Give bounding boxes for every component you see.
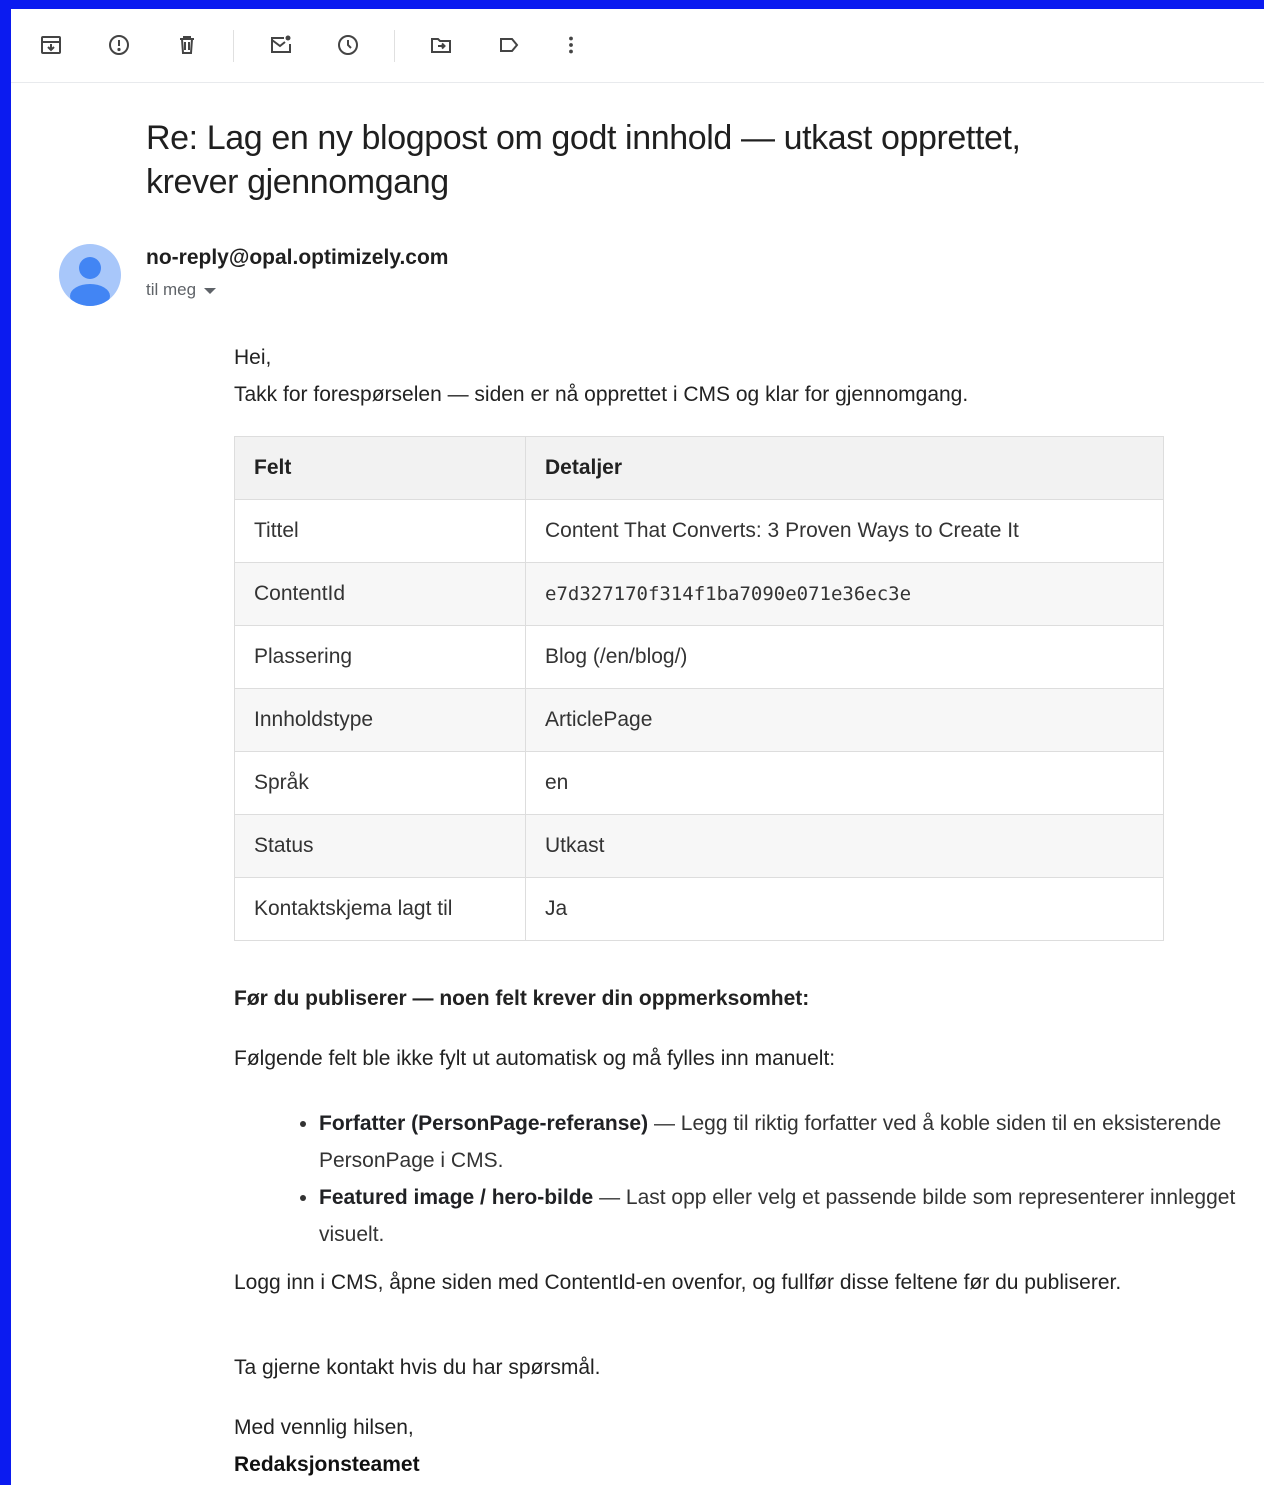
list-item: Featured image / hero-bilde — Last opp e…: [319, 1179, 1249, 1253]
field-value: Content That Converts: 3 Proven Ways to …: [525, 499, 1164, 563]
column-header-details: Detaljer: [525, 436, 1164, 500]
snooze-button[interactable]: [331, 28, 365, 62]
missing-field-name: Featured image / hero-bilde: [319, 1186, 594, 1209]
archive-icon: [41, 36, 61, 54]
field-value: Ja: [525, 877, 1164, 941]
avatar[interactable]: [59, 244, 121, 306]
toolbar-divider: [233, 30, 234, 62]
table-row: Tittel Content That Converts: 3 Proven W…: [234, 499, 1164, 563]
mark-unread-button[interactable]: [264, 28, 298, 62]
table-row: Status Utkast: [234, 814, 1164, 878]
field-name: Tittel: [234, 499, 526, 563]
toolbar-divider: [394, 30, 395, 62]
label-icon: [500, 38, 519, 52]
recipient-details-toggle[interactable]: til meg: [146, 280, 217, 300]
table-row: Plassering Blog (/en/blog/): [234, 625, 1164, 689]
list-item: Forfatter (PersonPage-referanse) — Legg …: [319, 1105, 1249, 1179]
login-instructions: Logg inn i CMS, åpne siden med ContentId…: [234, 1271, 1122, 1294]
table-header-row: Felt Detaljer: [234, 436, 1164, 500]
details-table: Felt Detaljer Tittel Content That Conver…: [234, 436, 1164, 941]
sender-address: no-reply@opal.optimizely.com: [146, 246, 449, 269]
intro-text: Takk for forespørselen — siden er nå opp…: [234, 383, 969, 406]
field-value: ArticlePage: [525, 688, 1164, 752]
move-to-button[interactable]: [424, 28, 458, 62]
field-value: e7d327170f314f1ba7090e071e36ec3e: [525, 562, 1164, 626]
closing-text: Med vennlig hilsen,: [234, 1416, 414, 1439]
table-row: Kontaktskjema lagt til Ja: [234, 877, 1164, 941]
recipient-label: til meg: [146, 280, 197, 299]
move-to-icon: [431, 38, 451, 53]
archive-button[interactable]: [34, 28, 68, 62]
greeting: Hei,: [234, 346, 272, 369]
email-view: Re: Lag en ny blogpost om godt innhold —…: [11, 9, 1264, 1485]
email-toolbar: [11, 9, 1264, 83]
attention-intro: Følgende felt ble ikke fylt ut automatis…: [234, 1047, 836, 1070]
chevron-down-icon: [204, 288, 217, 294]
delete-icon: [180, 36, 194, 54]
more-options-button[interactable]: [554, 28, 588, 62]
attention-heading: Før du publiserer — noen felt krever din…: [234, 987, 810, 1010]
field-name: Språk: [234, 751, 526, 815]
report-spam-icon: [109, 35, 129, 55]
contact-text: Ta gjerne kontakt hvis du har spørsmål.: [234, 1356, 601, 1379]
field-value: Utkast: [525, 814, 1164, 878]
email-body: Hei, Takk for forespørselen — siden er n…: [234, 339, 1174, 413]
field-value: en: [525, 751, 1164, 815]
field-name: Innholdstype: [234, 688, 526, 752]
table-row: Språk en: [234, 751, 1164, 815]
team-name: Redaksjonsteamet: [234, 1453, 420, 1476]
label-button[interactable]: [492, 28, 526, 62]
field-name: ContentId: [234, 562, 526, 626]
column-header-field: Felt: [234, 436, 526, 500]
email-subject: Re: Lag en ny blogpost om godt innhold —…: [146, 119, 1021, 201]
table-row: Innholdstype ArticlePage: [234, 688, 1164, 752]
table-row: ContentId e7d327170f314f1ba7090e071e36ec…: [234, 562, 1164, 626]
signature: Med vennlig hilsen, Redaksjonsteamet: [234, 1409, 1164, 1483]
more-vert-icon: [569, 36, 573, 54]
delete-button[interactable]: [170, 28, 204, 62]
field-value: Blog (/en/blog/): [525, 625, 1164, 689]
mark-unread-icon: [271, 35, 291, 53]
snooze-icon: [338, 35, 358, 55]
report-spam-button[interactable]: [102, 28, 136, 62]
field-name: Plassering: [234, 625, 526, 689]
field-name: Kontaktskjema lagt til: [234, 877, 526, 941]
missing-field-name: Forfatter (PersonPage-referanse): [319, 1112, 649, 1135]
field-name: Status: [234, 814, 526, 878]
missing-fields-list: Forfatter (PersonPage-referanse) — Legg …: [234, 1105, 1249, 1253]
